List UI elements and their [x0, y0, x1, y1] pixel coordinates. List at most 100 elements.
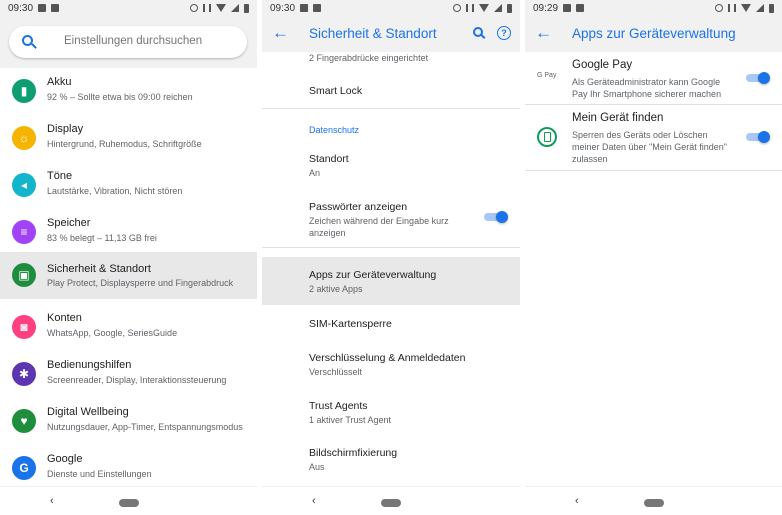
setting-subtitle: Hintergrund, Ruhemodus, Schriftgröße [47, 139, 202, 149]
setting-title: Akku [47, 76, 72, 88]
setting-storage[interactable]: ≡ Speicher 83 % belegt – 11,13 GB frei [0, 211, 257, 257]
setting-sound[interactable]: ◂ Töne Lautstärke, Vibration, Nicht stör… [0, 164, 257, 210]
setting-subtitle: Lautstärke, Vibration, Nicht stören [47, 186, 183, 196]
nav-bar: ‹ [0, 486, 257, 515]
search-bar[interactable] [9, 26, 247, 58]
help-icon[interactable]: ? [497, 26, 511, 40]
nav-back-button[interactable]: ‹ [575, 495, 579, 507]
search-input[interactable] [64, 35, 234, 47]
wifi-icon [479, 4, 489, 12]
setting-title: Digital Wellbeing [47, 406, 129, 418]
nav-home-button[interactable] [118, 499, 139, 507]
item-title: Bildschirmfixierung [309, 447, 398, 459]
nav-home-button[interactable] [643, 499, 664, 507]
back-arrow-icon[interactable]: ← [535, 23, 552, 43]
battery-icon [244, 3, 249, 13]
setting-accessibility[interactable]: ✱ Bedienungshilfen Screenreader, Display… [0, 353, 257, 399]
setting-title: Bedienungshilfen [47, 359, 132, 371]
cell-signal-icon [231, 4, 239, 12]
setting-security[interactable]: ▣ Sicherheit & Standort Play Protect, Di… [0, 252, 257, 299]
setting-subtitle: 83 % belegt – 11,13 GB frei [47, 233, 157, 243]
item-title: Trust Agents [309, 400, 368, 412]
search-icon[interactable] [473, 27, 483, 37]
item-subtitle: An [309, 168, 321, 178]
google-pay-toggle[interactable] [746, 72, 770, 84]
screen-pinning-item[interactable]: Bildschirmfixierung Aus [262, 439, 520, 485]
search-icon[interactable] [22, 35, 33, 46]
settings-panel: 09:30 ▮ Akku 92 % – Sollte etwa bis 09:0… [0, 0, 257, 515]
notification-icon [563, 4, 572, 12]
app-bar: ← Sicherheit & Standort ? [262, 16, 520, 52]
show-passwords-item[interactable]: Passwörter anzeigen Zeichen während der … [262, 191, 520, 247]
setting-subtitle: Screenreader, Display, Interaktionssteue… [47, 375, 227, 385]
status-bar: 09:30 [262, 0, 520, 16]
smart-lock-item[interactable]: Smart Lock [262, 72, 520, 108]
setting-subtitle: Dienste und Einstellungen [47, 469, 152, 479]
item-subtitle: 2 aktive Apps [309, 284, 363, 294]
volume-icon: ◂ [12, 173, 36, 197]
setting-display[interactable]: ☼ Display Hintergrund, Ruhemodus, Schrif… [0, 117, 257, 163]
lock-icon: ▣ [12, 263, 36, 287]
setting-accounts[interactable]: ◙ Konten WhatsApp, Google, SeriesGuide [0, 306, 257, 352]
fingerprint-subtitle: 2 Fingerabdrücke eingerichtet [309, 53, 429, 63]
nav-home-button[interactable] [381, 499, 401, 507]
find-my-device-item[interactable]: Mein Gerät finden Sperren des Geräts ode… [525, 108, 782, 170]
location-item[interactable]: Standort An [262, 143, 520, 191]
device-admin-panel: 09:29 ← Apps zur Geräteverwaltung G Pay … [525, 0, 782, 515]
divider [262, 108, 520, 109]
item-subtitle: Zeichen während der Eingabe kurz anzeige… [309, 216, 449, 238]
section-header-privacy: Datenschutz [309, 125, 360, 135]
vibrate-icon [466, 4, 474, 12]
nav-back-button[interactable]: ‹ [50, 495, 54, 507]
device-admin-item[interactable]: Apps zur Geräteverwaltung 2 aktive Apps [262, 257, 520, 305]
item-title: Google Pay [572, 59, 633, 71]
vibrate-icon [728, 4, 736, 12]
status-bar: 09:30 [0, 0, 257, 16]
alarm-icon [190, 4, 198, 12]
find-my-device-toggle[interactable] [746, 131, 770, 143]
battery-icon: ▮ [12, 79, 36, 103]
status-bar: 09:29 [525, 0, 782, 16]
page-title: Sicherheit & Standort [309, 26, 437, 41]
divider [525, 104, 782, 105]
alarm-icon [715, 4, 723, 12]
setting-subtitle: Play Protect, Displaysperre und Fingerab… [47, 278, 234, 288]
setting-subtitle: Nutzungsdauer, App-Timer, Entspannungsmo… [47, 422, 243, 432]
security-panel: 09:30 ← Sicherheit & Standort ? 2 Finger… [262, 0, 520, 515]
show-passwords-toggle[interactable] [484, 211, 508, 223]
divider [262, 247, 520, 248]
setting-title: Töne [47, 170, 73, 182]
setting-title: Sicherheit & Standort [47, 263, 151, 275]
image-notification-icon [51, 4, 60, 12]
search-area [0, 16, 257, 68]
back-arrow-icon[interactable]: ← [272, 23, 289, 43]
item-subtitle: Sperren des Geräts oder Löschen meiner D… [572, 130, 727, 164]
nav-back-button[interactable]: ‹ [312, 495, 316, 507]
encryption-item[interactable]: Verschlüsselung & Anmeldedaten Verschlüs… [262, 343, 520, 391]
google-pay-item[interactable]: Google Pay Als Geräteadministrator kann … [525, 55, 782, 103]
wellbeing-icon: ♥ [12, 409, 36, 433]
item-subtitle: Aus [309, 462, 325, 472]
item-title: Passwörter anzeigen [309, 201, 408, 213]
brightness-icon: ☼ [12, 126, 36, 150]
cell-signal-icon [494, 4, 502, 12]
status-time: 09:30 [8, 2, 34, 14]
setting-subtitle: WhatsApp, Google, SeriesGuide [47, 328, 178, 338]
setting-title: Speicher [47, 217, 91, 229]
nav-bar: ‹ [262, 486, 520, 515]
sim-lock-item[interactable]: SIM-Kartensperre [262, 307, 520, 343]
storage-icon: ≡ [12, 220, 36, 244]
setting-battery[interactable]: ▮ Akku 92 % – Sollte etwa bis 09:00 reic… [0, 70, 257, 116]
item-title: SIM-Kartensperre [309, 318, 392, 330]
status-time: 09:29 [533, 2, 559, 14]
item-subtitle: Als Geräteadministrator kann Google Pay … [572, 77, 722, 99]
item-subtitle: 1 aktiver Trust Agent [309, 415, 392, 425]
toggle-thumb [758, 72, 770, 84]
setting-digital-wellbeing[interactable]: ♥ Digital Wellbeing Nutzungsdauer, App-T… [0, 400, 257, 446]
setting-title: Display [47, 123, 84, 135]
item-title: Standort [309, 153, 349, 165]
divider [525, 170, 782, 171]
image-notification-icon [576, 4, 585, 12]
item-title: Smart Lock [309, 85, 363, 97]
trust-agents-item[interactable]: Trust Agents 1 aktiver Trust Agent [262, 391, 520, 439]
